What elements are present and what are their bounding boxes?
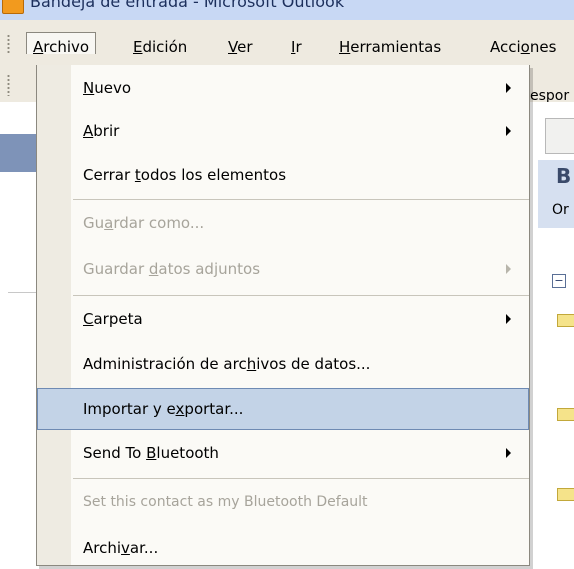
collapse-group-icon[interactable]: − [552,274,566,288]
menu-item-label: Set this contact as my Bluetooth Default [83,494,368,510]
arrange-by-label[interactable]: Or [552,202,569,218]
navigation-pane [0,102,36,555]
menu-item-label: Send To Bluetooth [83,444,219,462]
submenu-arrow-icon [506,314,511,324]
menu-item-label: Carpeta [83,310,143,328]
menubar-grip-handle[interactable] [7,34,10,56]
menu-separator [73,199,529,200]
menu-item-send-to-bluetooth[interactable]: Send To Bluetooth [37,432,529,474]
window-title: Bandeja de entrada - Microsoft Outlook [30,0,345,11]
menu-item-label: Importar y exportar... [83,400,244,418]
menu-item-guardar-como: Guardar como... [37,202,529,244]
menu-item-label: Nuevo [83,79,132,97]
toolbar-grip-handle[interactable] [7,74,10,96]
pane-toolbar-button[interactable] [545,118,574,154]
menu-item-importar-exportar[interactable]: Importar y exportar... [37,388,529,430]
menu-item-label: Cerrar todos los elementos [83,166,287,184]
outlook-app-icon[interactable] [2,0,24,14]
menu-item-nuevo[interactable]: Nuevo [37,67,529,109]
submenu-arrow-icon [506,264,511,274]
envelope-icon[interactable] [557,314,574,327]
menu-item-set-bluetooth-default: Set this contact as my Bluetooth Default [37,481,529,523]
menu-item-abrir[interactable]: Abrir [37,110,529,152]
menu-item-label: Administración de archivos de datos... [83,355,371,373]
menu-item-cerrar-todos[interactable]: Cerrar todos los elementos [37,154,529,196]
submenu-arrow-icon [506,126,511,136]
divider [8,292,36,293]
title-bar: Bandeja de entrada - Microsoft Outlook [0,0,574,20]
menu-item-label: Abrir [83,122,120,140]
menu-item-label: Guardar datos adjuntos [83,260,261,278]
menu-item-label: Archivar... [83,539,159,557]
menu-item-label: Guardar como... [83,214,205,232]
envelope-icon[interactable] [557,408,574,421]
menu-item-archivar[interactable]: Archivar... [37,527,529,569]
menu-item-carpeta[interactable]: Carpeta [37,298,529,340]
file-menu-dropdown: Nuevo Abrir Cerrar todos los elementos G… [36,65,530,566]
inbox-header-title: B [556,164,572,188]
envelope-icon[interactable] [557,488,574,501]
navigation-pane-header [0,134,36,172]
menu-item-guardar-datos-adjuntos: Guardar datos adjuntos [37,248,529,290]
menu-separator [73,478,529,479]
submenu-arrow-icon [506,83,511,93]
menu-separator [73,295,529,296]
submenu-arrow-icon [506,448,511,458]
menu-item-administracion-archivos[interactable]: Administración de archivos de datos... [37,343,529,385]
